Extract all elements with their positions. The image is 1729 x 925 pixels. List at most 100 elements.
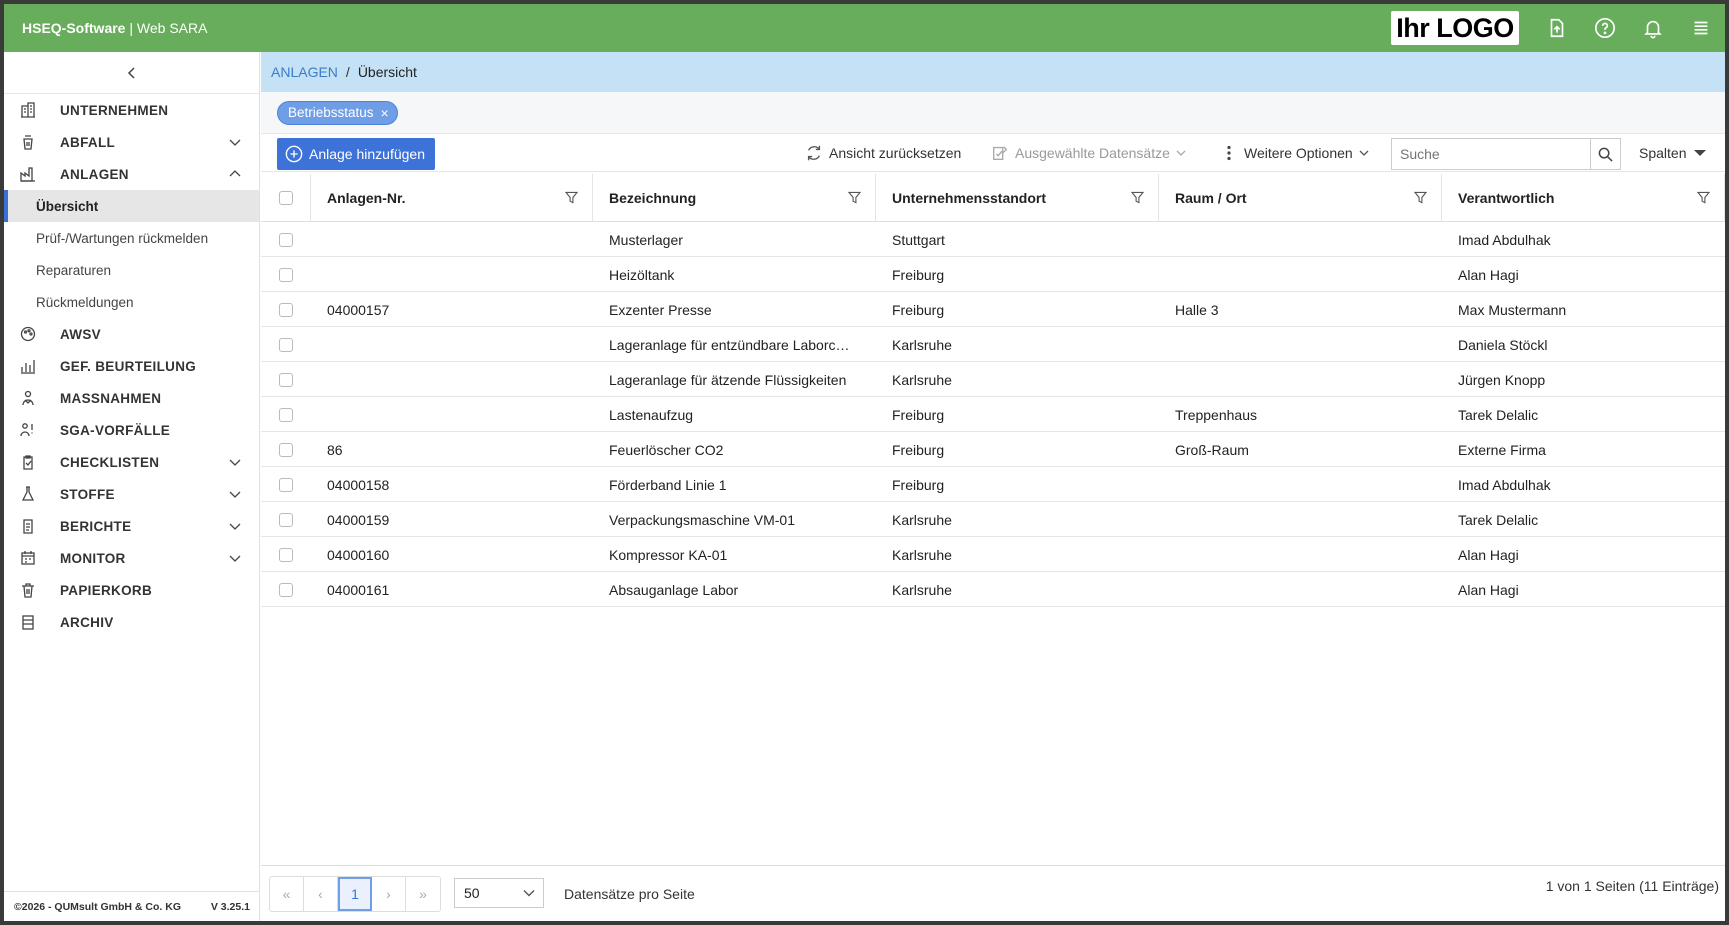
sidebar-item-massnahmen[interactable]: MASSNAHMEN <box>4 382 259 414</box>
people-icon <box>22 390 34 406</box>
row-checkbox[interactable] <box>279 232 293 247</box>
cell-text: Heizöltank <box>609 266 675 283</box>
page-size-select[interactable]: 50 <box>454 878 544 908</box>
table-cell <box>311 327 593 362</box>
filter-chip-betriebsstatus[interactable]: Betriebsstatus × <box>277 100 398 125</box>
column-header[interactable]: Unternehmensstandort <box>876 174 1159 222</box>
column-header[interactable]: Verantwortlich <box>1442 174 1725 222</box>
select-all-checkbox[interactable] <box>278 191 293 205</box>
table-row[interactable]: Heizöltank Freiburg Alan Hagi <box>261 257 1725 292</box>
selected-records-dropdown[interactable]: Ausgewählte Datensätze <box>991 134 1192 172</box>
sidebar-footer: ©2026 - QUMsult GmbH & Co. KG V 3.25.1 <box>4 891 260 921</box>
first-page-button[interactable]: « <box>270 877 304 911</box>
table-row[interactable]: 04000157 Exzenter Presse Freiburg Halle 3 Ma… <box>261 292 1725 327</box>
row-checkbox[interactable] <box>279 267 293 282</box>
row-checkbox[interactable] <box>279 477 293 492</box>
prev-page-button[interactable]: ‹ <box>304 877 338 911</box>
chevron-down-icon[interactable] <box>229 456 241 468</box>
filter-icon[interactable] <box>848 191 861 204</box>
sidebar-item-papierkorb[interactable]: PAPIERKORB <box>4 574 259 606</box>
sidebar-item-monitor[interactable]: MONITOR <box>4 542 259 574</box>
reset-view-button[interactable]: Ansicht zurücksetzen <box>805 134 961 172</box>
sidebar-subitem[interactable]: Rückmeldungen <box>4 286 259 318</box>
row-checkbox[interactable] <box>279 407 293 422</box>
filter-icon[interactable] <box>1697 191 1710 204</box>
help-icon <box>1595 18 1615 38</box>
row-checkbox[interactable] <box>279 442 293 457</box>
cell-text: Kompressor KA-01 <box>609 546 728 563</box>
search-input[interactable] <box>1392 139 1590 169</box>
cell-text: Verpackungsmaschine VM-01 <box>609 511 795 528</box>
sidebar-item-gef-beurteilung[interactable]: GEF. BEURTEILUNG <box>4 350 259 382</box>
notifications-button[interactable] <box>1629 4 1677 52</box>
cell-text: Alan Hagi <box>1458 546 1519 563</box>
sidebar-item-anlagen[interactable]: ANLAGEN <box>4 158 259 190</box>
sidebar-item-berichte[interactable]: BERICHTE <box>4 510 259 542</box>
more-options-dropdown[interactable]: Weitere Optionen <box>1226 134 1375 172</box>
table-row[interactable]: 04000158 Förderband Linie 1 Freiburg Imad A… <box>261 467 1725 502</box>
sidebar-item-sga-vorfälle[interactable]: SGA-VORFÄLLE <box>4 414 259 446</box>
row-checkbox[interactable] <box>279 512 293 527</box>
cell-text: Daniela Stöckl <box>1458 336 1548 353</box>
breadcrumb-link-anlagen[interactable]: ANLAGEN <box>271 64 338 80</box>
remove-filter-icon[interactable]: × <box>381 105 389 121</box>
sidebar-item-archiv[interactable]: ARCHIV <box>4 606 259 638</box>
filter-icon[interactable] <box>565 191 578 204</box>
sidebar-subitem[interactable]: Übersicht <box>4 190 259 222</box>
table-row[interactable]: Lageranlage für entzündbare Laborchemika… <box>261 327 1725 362</box>
sidebar-subitem[interactable]: Prüf-/Wartungen rückmelden <box>4 222 259 254</box>
sidebar-subitem[interactable]: Reparaturen <box>4 254 259 286</box>
last-page-button[interactable]: » <box>406 877 440 911</box>
table-cell: Daniela Stöckl <box>1442 327 1725 362</box>
chevron-down-icon[interactable] <box>229 488 241 500</box>
next-page-button[interactable]: › <box>372 877 406 911</box>
column-header[interactable]: Raum / Ort <box>1159 174 1442 222</box>
table-row[interactable]: 04000160 Kompressor KA-01 Karlsruhe Alan Ha… <box>261 537 1725 572</box>
help-button[interactable] <box>1581 4 1629 52</box>
filter-icon[interactable] <box>1414 191 1427 204</box>
flask-icon <box>21 486 35 501</box>
search-button[interactable] <box>1590 139 1620 169</box>
menu-button[interactable] <box>1677 4 1725 52</box>
chevron-down-icon[interactable] <box>229 136 241 148</box>
brand-product: Web SARA <box>136 20 208 36</box>
table-row[interactable]: 86 Feuerlöscher CO2 Freiburg Groß-Raum Exter… <box>261 432 1725 467</box>
row-checkbox[interactable] <box>279 582 293 597</box>
chevron-up-icon[interactable] <box>229 168 241 180</box>
filter-icon[interactable] <box>1131 191 1144 204</box>
sidebar-item-checklisten[interactable]: CHECKLISTEN <box>4 446 259 478</box>
clipboard-check-icon <box>23 455 33 470</box>
column-header-label: Unternehmensstandort <box>892 190 1047 206</box>
sidebar: UNTERNEHMEN ABFALL ANLAGEN Übersicht Prüf-/W… <box>4 52 260 921</box>
table-row[interactable]: 04000161 Absauganlage Labor Karlsruhe Alan … <box>261 572 1725 607</box>
table-cell <box>311 257 593 292</box>
row-checkbox[interactable] <box>279 372 293 387</box>
table-row[interactable]: Lageranlage für ätzende Flüssigkeiten Kar… <box>261 362 1725 397</box>
sidebar-item-stoffe[interactable]: STOFFE <box>4 478 259 510</box>
table-cell: Alan Hagi <box>1442 572 1725 607</box>
column-header[interactable]: Anlagen-Nr. <box>311 174 593 222</box>
row-checkbox[interactable] <box>279 337 293 352</box>
chevron-down-icon[interactable] <box>229 520 241 532</box>
chevron-down-icon[interactable] <box>229 552 241 564</box>
sidebar-item-abfall[interactable]: ABFALL <box>4 126 259 158</box>
table-cell: Stuttgart <box>876 222 1159 257</box>
column-header[interactable]: Bezeichnung <box>593 174 876 222</box>
page-1-button[interactable]: 1 <box>338 877 372 911</box>
table-row[interactable]: Lastenaufzug Freiburg Treppenhaus Tarek Del… <box>261 397 1725 432</box>
hamburger-icon <box>1694 21 1708 35</box>
add-asset-button[interactable]: Anlage hinzufügen <box>277 138 435 170</box>
sidebar-item-awsv[interactable]: AWSV <box>4 318 259 350</box>
upload-file-button[interactable] <box>1533 4 1581 52</box>
row-checkbox[interactable] <box>279 302 293 317</box>
columns-dropdown[interactable]: Spalten <box>1639 134 1712 172</box>
collapse-sidebar-button[interactable] <box>4 52 259 94</box>
cell-text: Karlsruhe <box>892 371 952 388</box>
cell-text: Karlsruhe <box>892 546 952 563</box>
column-header-label: Raum / Ort <box>1175 190 1247 206</box>
row-checkbox[interactable] <box>279 547 293 562</box>
table-cell: 04000159 <box>311 502 593 537</box>
table-row[interactable]: 04000159 Verpackungsmaschine VM-01 Karlsru… <box>261 502 1725 537</box>
sidebar-item-unternehmen[interactable]: UNTERNEHMEN <box>4 94 259 126</box>
table-row[interactable]: Musterlager Stuttgart Imad Abdulhak <box>261 222 1725 257</box>
